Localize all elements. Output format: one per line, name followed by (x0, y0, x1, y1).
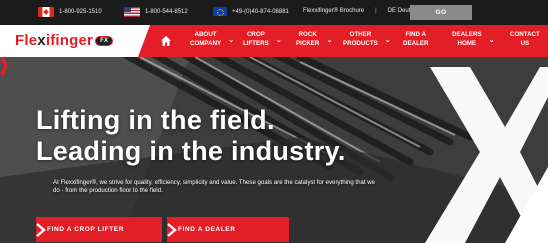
phone-usa[interactable]: 1-800-544-8512 (124, 7, 188, 17)
nav-contact-us[interactable]: CONTACT US (510, 30, 540, 48)
nav-crop-line2: LIFTERS (243, 40, 269, 47)
nav-about-line1: ABOUT (194, 31, 217, 38)
phone-usa-number: 1-800-544-8512 (145, 9, 188, 15)
find-a-dealer-label: FIND A DEALER (178, 226, 236, 233)
chevron-down-icon: ⌄ (228, 37, 235, 44)
top-utility-bar: 1-800-925-1510 1-800-544-8512 +49-(0)40-… (0, 0, 548, 25)
nav-other-line1: OTHER (349, 31, 372, 38)
phone-europe[interactable]: +49-(0)40-874-08881 (213, 7, 289, 16)
hero-headline-line2: Leading in the industry. (36, 136, 346, 166)
logo-text-x: x (37, 32, 46, 49)
home-icon[interactable] (160, 35, 172, 47)
nav-find-line2: DEALER (403, 40, 429, 47)
nav-crop-line1: CROP (246, 31, 265, 38)
topbar-separator: | (375, 8, 377, 14)
phone-canada-number: 1-800-925-1510 (59, 9, 102, 15)
nav-contact-line2: US (520, 40, 530, 47)
logo-text-part1: Fle (15, 32, 38, 49)
find-a-dealer-button[interactable]: FIND A DEALER (167, 217, 289, 242)
logo-badge: FX (95, 36, 114, 47)
nav-contact-line1: CONTACT (510, 31, 540, 38)
nav-dealers-line2: HOME (457, 40, 477, 47)
find-crop-lifter-label: FIND A CROP LIFTER (47, 226, 125, 233)
red-chevron-icon (0, 57, 8, 75)
flag-us-icon (124, 7, 140, 17)
nav-dealers-line1: DEALERS (452, 31, 482, 38)
hero-headline-line1: Lifting in the field. (36, 105, 275, 135)
chevron-down-icon: ⌄ (326, 37, 333, 44)
arrow-right-icon (36, 223, 46, 237)
logo-text-part2: ifinger (45, 32, 94, 49)
hero-subtext: At Flexxifinger®, we strive for quality,… (53, 179, 376, 194)
chevron-down-icon: ⌄ (384, 37, 391, 44)
flag-ca-icon (38, 7, 54, 17)
chevron-down-icon: ⌄ (488, 37, 495, 44)
nav-other-products[interactable]: OTHER PRODUCTS ⌄ (343, 30, 391, 48)
nav-rock-line1: ROCK (298, 31, 317, 38)
nav-dealers-home[interactable]: DEALERS HOME ⌄ (452, 30, 495, 48)
logo-area[interactable]: Flexifinger FX (0, 25, 150, 57)
main-nav: Flexifinger FX ABOUT COMPANY ⌄ CROP LIFTE… (0, 25, 548, 57)
flexxifinger-logo[interactable]: Flexifinger FX (15, 32, 114, 49)
phone-canada[interactable]: 1-800-925-1510 (38, 7, 102, 17)
nav-find-a-dealer[interactable]: FIND A DEALER (403, 30, 428, 48)
find-crop-lifter-button[interactable]: FIND A CROP LIFTER (36, 217, 162, 242)
nav-about-company[interactable]: ABOUT COMPANY ⌄ (190, 30, 234, 48)
nav-rock-line2: PICKER (296, 40, 320, 47)
nav-find-line1: FIND A (405, 31, 426, 38)
hero-banner: Lifting in the field. Leading in the ind… (0, 57, 548, 243)
nav-rock-picker[interactable]: ROCK PICKER ⌄ (296, 30, 332, 48)
nav-about-line2: COMPANY (190, 40, 222, 47)
flag-eu-icon (213, 7, 227, 16)
arrow-right-icon (167, 223, 177, 237)
brochure-link[interactable]: Flexxifinger® Brochure (303, 8, 364, 14)
chevron-down-icon: ⌄ (275, 37, 282, 44)
nav-other-line2: PRODUCTS (343, 40, 378, 47)
go-button[interactable]: GO (410, 5, 472, 20)
phone-europe-number: +49-(0)40-874-08881 (232, 8, 289, 15)
nav-crop-lifters[interactable]: CROP LIFTERS ⌄ (243, 30, 282, 48)
hero-headline: Lifting in the field. Leading in the ind… (36, 105, 346, 167)
